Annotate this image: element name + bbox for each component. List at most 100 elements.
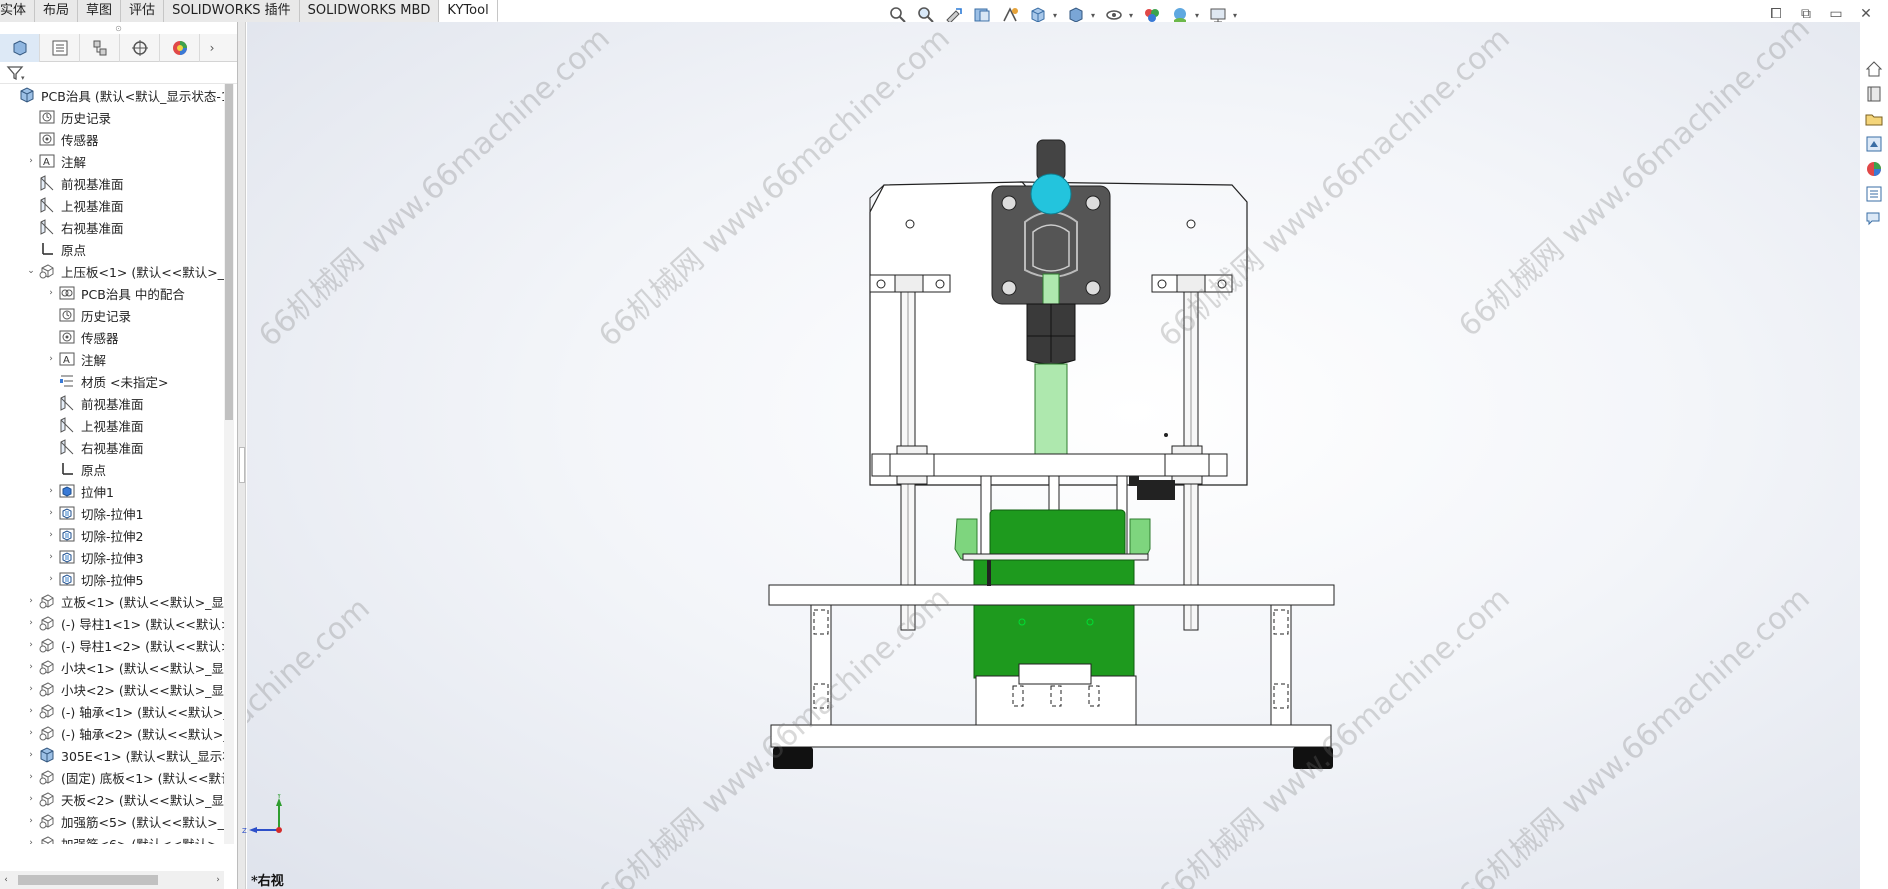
dimxpert-tab[interactable] [120, 33, 160, 62]
expand-arrow-icon[interactable]: › [44, 574, 58, 584]
tab-5[interactable]: SOLIDWORKS MBD [299, 0, 440, 22]
home-icon[interactable] [1862, 58, 1886, 79]
tree-filter[interactable]: ▾ [0, 62, 237, 84]
tree-horizontal-scrollbar[interactable]: ‹ › [0, 871, 224, 889]
tree-node[interactable]: 传感器 [0, 128, 224, 150]
tab-6[interactable]: KYTool [439, 0, 498, 22]
expand-arrow-icon[interactable]: › [24, 772, 38, 782]
expand-arrow-icon[interactable]: › [24, 816, 38, 826]
tree-node[interactable]: 前视基准面 [0, 392, 224, 414]
manager-tabs: › [0, 33, 237, 62]
design-library-icon[interactable] [1862, 83, 1886, 104]
panel-splitter[interactable] [238, 22, 246, 889]
tree-node[interactable]: › (-) 导柱1<1> (默认<<默认>_显 [0, 612, 224, 634]
tile-icon[interactable]: ⧉ [1798, 6, 1814, 22]
expand-arrow-icon[interactable]: › [44, 354, 58, 364]
tree-node[interactable]: 前视基准面 [0, 172, 224, 194]
tree-node[interactable]: › 立板<1> (默认<<默认>_显示状 [0, 590, 224, 612]
tree-node[interactable]: › 小块<2> (默认<<默认>_显示状 [0, 678, 224, 700]
close-icon[interactable]: ✕ [1858, 6, 1874, 22]
file-explorer-icon[interactable] [1862, 108, 1886, 129]
forum-icon[interactable] [1862, 209, 1886, 230]
featuremanager-tab[interactable] [0, 33, 40, 62]
tree-node[interactable]: › 小块<1> (默认<<默认>_显示状 [0, 656, 224, 678]
annotation-icon: A [58, 350, 76, 368]
tab-0[interactable]: 实体 [0, 0, 36, 22]
lower-window [1018, 663, 1092, 685]
displaymanager-tab[interactable] [160, 33, 200, 62]
tab-2[interactable]: 草图 [78, 0, 122, 22]
tab-3[interactable]: 评估 [121, 0, 165, 22]
tree-node[interactable]: ⌄ 上压板<1> (默认<<默认>_显示 [0, 260, 224, 282]
scroll-left-icon[interactable]: ‹ [0, 875, 12, 885]
assembly-model-right-view[interactable] [247, 22, 1860, 889]
svg-text:A: A [63, 355, 70, 366]
tree-node[interactable]: › 切除-拉伸2 [0, 524, 224, 546]
tree-node[interactable]: › A 注解 [0, 348, 224, 370]
tree-node[interactable]: › 加强筋<5> (默认<<默认>_显示 [0, 810, 224, 832]
panel-collapse-handle[interactable]: ⊙ [0, 22, 237, 34]
scroll-right-icon[interactable]: › [212, 875, 224, 885]
tree-node[interactable]: › (-) 导柱1<2> (默认<<默认>_显 [0, 634, 224, 656]
expand-arrow-icon[interactable]: › [24, 596, 38, 606]
expand-arrow-icon[interactable]: › [24, 750, 38, 760]
tree-node[interactable]: › 天板<2> (默认<<默认>_显示状 [0, 788, 224, 810]
tree-vertical-scrollbar[interactable] [224, 84, 234, 844]
expand-arrow-icon[interactable]: › [44, 288, 58, 298]
maximize-icon[interactable]: ▭ [1828, 6, 1844, 22]
tree-node[interactable]: › 305E<1> (默认<默认_显示状态- [0, 744, 224, 766]
tree-node[interactable]: 上视基准面 [0, 414, 224, 436]
triad-y-label: Y [276, 794, 282, 800]
tree-node[interactable]: › (-) 轴承<1> (默认<<默认>_显示 [0, 700, 224, 722]
appearances-icon[interactable] [1862, 159, 1886, 180]
graphics-area[interactable]: 66机械网 www.66machine.com 66机械网 www.66mach… [247, 22, 1860, 889]
tree-node[interactable]: › 拉伸1 [0, 480, 224, 502]
expand-arrow-icon[interactable]: › [44, 530, 58, 540]
plunger-rod [1034, 363, 1068, 455]
tree-node[interactable]: 上视基准面 [0, 194, 224, 216]
propertymanager-tab[interactable] [40, 33, 80, 62]
tree-node[interactable]: › 加强筋<6> (默认<<默认>_显示 [0, 832, 224, 844]
expand-arrow-icon[interactable]: ⌄ [24, 266, 38, 276]
expand-arrow-icon[interactable]: › [24, 156, 38, 166]
expand-arrow-icon[interactable]: › [24, 728, 38, 738]
tree-node[interactable]: › PCB治具 中的配合 [0, 282, 224, 304]
tree-node[interactable]: › 切除-拉伸3 [0, 546, 224, 568]
tree-node[interactable]: 原点 [0, 238, 224, 260]
expand-arrow-icon[interactable]: › [44, 486, 58, 496]
tree-node-label: 历史记录 [81, 308, 132, 324]
tab-4[interactable]: SOLIDWORKS 插件 [164, 0, 300, 22]
splitter-grip[interactable] [239, 447, 245, 483]
expand-arrow-icon[interactable]: › [24, 640, 38, 650]
expand-arrow-icon[interactable]: › [24, 794, 38, 804]
expand-arrow-icon[interactable]: › [44, 508, 58, 518]
chevron-right-icon[interactable]: › [200, 41, 224, 55]
expand-arrow-icon[interactable]: › [24, 662, 38, 672]
tree-node[interactable]: 原点 [0, 458, 224, 480]
tree-node[interactable]: › 切除-拉伸1 [0, 502, 224, 524]
tree-node[interactable]: › (-) 轴承<2> (默认<<默认>_显示 [0, 722, 224, 744]
custom-properties-icon[interactable] [1862, 184, 1886, 205]
tree-node[interactable]: 历史记录 [0, 106, 224, 128]
part-icon [38, 658, 56, 676]
expand-arrow-icon[interactable]: › [24, 706, 38, 716]
tree-node[interactable]: 历史记录 [0, 304, 224, 326]
tree-node[interactable]: › 切除-拉伸5 [0, 568, 224, 590]
tree-node[interactable]: 材质 <未指定> [0, 370, 224, 392]
expand-arrow-icon[interactable]: › [44, 552, 58, 562]
expand-arrow-icon[interactable]: › [24, 838, 38, 844]
scrollbar-thumb[interactable] [18, 875, 158, 885]
tree-node[interactable]: 右视基准面 [0, 436, 224, 458]
scrollbar-thumb[interactable] [225, 84, 233, 420]
tree-node[interactable]: › A 注解 [0, 150, 224, 172]
expand-arrow-icon[interactable]: › [24, 618, 38, 628]
tree-node[interactable]: › (固定) 底板<1> (默认<<默认>_ [0, 766, 224, 788]
tree-node[interactable]: PCB治具 (默认<默认_显示状态-1>) [0, 84, 224, 106]
expand-arrow-icon[interactable]: › [24, 684, 38, 694]
tab-1[interactable]: 布局 [35, 0, 79, 22]
tree-node[interactable]: 右视基准面 [0, 216, 224, 238]
view-palette-icon[interactable] [1862, 133, 1886, 154]
configurationmanager-tab[interactable] [80, 33, 120, 62]
restore-pane-icon[interactable]: ⧠ [1768, 6, 1784, 22]
tree-node[interactable]: 传感器 [0, 326, 224, 348]
